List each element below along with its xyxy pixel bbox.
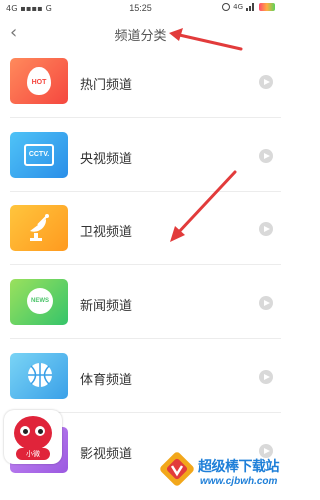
app-avatar[interactable]: 小微 — [4, 410, 62, 464]
news-icon: NEWS — [27, 288, 53, 314]
signal-icon — [246, 3, 256, 11]
play-icon[interactable] — [259, 296, 273, 310]
channel-item-news[interactable]: NEWS 新闻频道 — [0, 279, 281, 339]
channel-item-hot[interactable]: HOT 热门频道 — [0, 58, 281, 118]
channel-tile-news: NEWS — [10, 279, 68, 325]
divider — [10, 338, 281, 339]
channel-label: 影视频道 — [80, 447, 133, 462]
alarm-icon — [222, 3, 231, 11]
channel-item-satellite[interactable]: 卫视频道 — [0, 205, 281, 265]
channel-label: 卫视频道 — [80, 225, 133, 240]
channel-tile-hot: HOT — [10, 58, 68, 104]
play-icon[interactable] — [259, 75, 273, 89]
channel-tile-cctv: CCTV. — [10, 132, 68, 178]
channel-tile-satellite — [10, 205, 68, 251]
channel-tile-sports — [10, 353, 68, 399]
channel-label: 央视频道 — [80, 152, 133, 167]
basketball-icon — [28, 363, 52, 387]
page-title: 频道分类 — [114, 29, 167, 44]
divider — [10, 264, 281, 265]
nav-bar: ‹ 频道分类 — [0, 18, 281, 48]
play-icon[interactable] — [259, 222, 273, 236]
app-avatar-badge: 小微 — [16, 448, 50, 460]
network-type: 4G — [233, 3, 243, 11]
play-icon[interactable] — [259, 149, 273, 163]
status-right: 4G — [222, 3, 275, 11]
channel-label: 热门频道 — [80, 78, 133, 93]
channel-item-sports[interactable]: 体育频道 — [0, 353, 281, 413]
tv-icon: CCTV. — [24, 144, 54, 166]
battery-icon — [259, 3, 275, 11]
watermark-logo-icon — [160, 452, 194, 486]
channel-label: 新闻频道 — [80, 299, 133, 314]
channel-item-cctv[interactable]: CCTV. 央视频道 — [0, 132, 281, 192]
divider — [10, 117, 281, 118]
watermark: 超级棒下载站 www.cjbwh.com — [160, 452, 281, 500]
play-icon[interactable] — [259, 370, 273, 384]
status-bar: 4G ▪▪▪▪ G 15:25 4G — [0, 0, 281, 16]
hot-icon: HOT — [27, 67, 51, 95]
mascot-eye-left — [20, 426, 30, 436]
satellite-icon — [30, 214, 49, 241]
watermark-url: www.cjbwh.com — [200, 476, 278, 487]
divider — [10, 191, 281, 192]
watermark-title: 超级棒下载站 — [198, 459, 280, 475]
channel-label: 体育频道 — [80, 373, 133, 388]
mascot-eye-right — [35, 426, 45, 436]
